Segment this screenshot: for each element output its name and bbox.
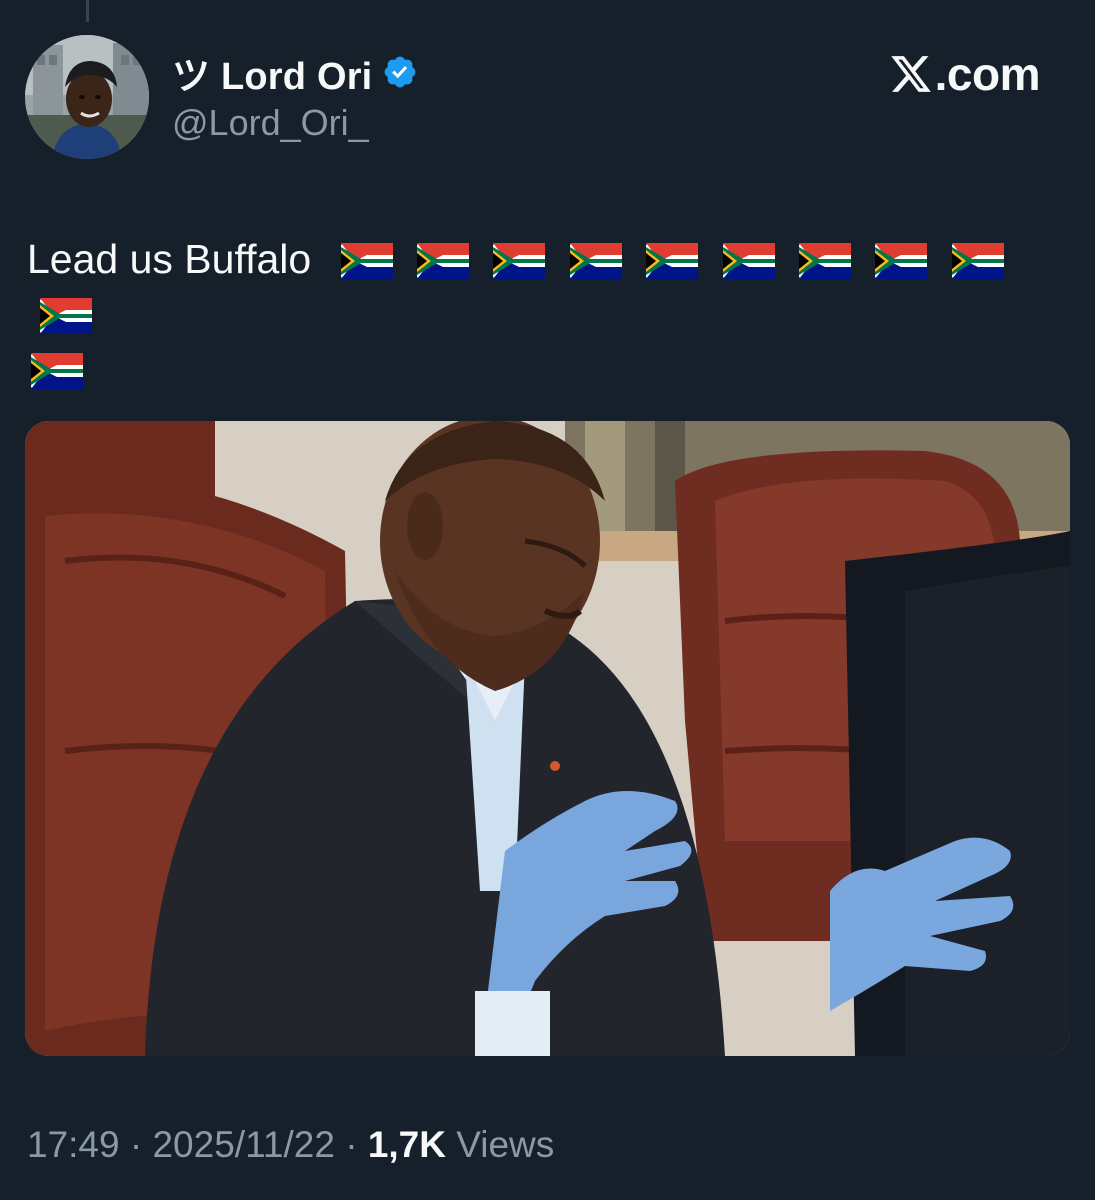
south-africa-flag-icon [493, 243, 546, 279]
photo-image [25, 421, 1070, 1056]
south-africa-flag-icon [40, 298, 92, 334]
south-africa-flag-icon [951, 243, 1004, 279]
south-africa-flag-icon [417, 243, 470, 279]
author-handle[interactable]: @Lord_Ori_ [172, 102, 369, 144]
tweet-date[interactable]: 2025/11/22 [152, 1124, 334, 1165]
tweet-meta: 17:49 · 2025/11/22 · 1,7K Views [27, 1124, 554, 1166]
views-label: Views [445, 1124, 555, 1165]
verified-badge-icon [385, 56, 416, 88]
meta-separator: · [334, 1124, 368, 1165]
brand-domain-text: .com [934, 48, 1041, 100]
south-africa-flag-icon [569, 243, 622, 279]
south-africa-flag-icon [875, 243, 928, 279]
author-display-name[interactable]: ツ Lord Ori [172, 45, 372, 100]
tweet-body: Lead us Buffalo [27, 232, 1027, 397]
meta-separator: · [119, 1124, 153, 1165]
south-africa-flag-icon [646, 243, 699, 279]
tweet-text: Lead us Buffalo [27, 236, 312, 282]
x-logo-icon [890, 56, 931, 92]
south-africa-flag-icon [340, 243, 393, 279]
avatar[interactable] [25, 35, 149, 159]
south-africa-flag-icon [31, 353, 83, 389]
avatar-photo [25, 35, 149, 159]
tweet-photo[interactable] [25, 421, 1070, 1056]
south-africa-flag-icon [799, 243, 852, 279]
x-brand-watermark: .com [889, 48, 1041, 100]
south-africa-flag-icon [722, 243, 775, 279]
tweet-time[interactable]: 17:49 [27, 1124, 120, 1165]
author-name-row[interactable]: ツ Lord Ori [172, 48, 418, 98]
views-count: 1,7K [367, 1124, 446, 1165]
thread-connector-line [86, 0, 89, 22]
